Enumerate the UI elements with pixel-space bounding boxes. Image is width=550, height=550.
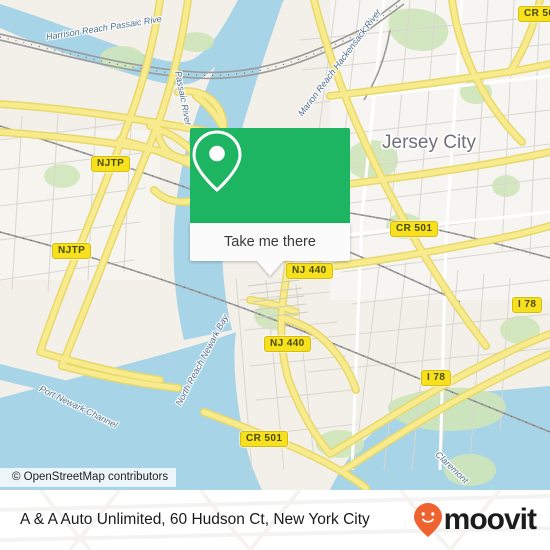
road-shield-njtp[interactable]: NJTP: [91, 156, 131, 172]
take-me-there-button[interactable]: Take me there: [190, 223, 350, 261]
road-shield-cr-501[interactable]: CR 501: [390, 221, 439, 237]
moovit-wordmark: moovit: [443, 503, 537, 536]
popup-pin-area: [190, 128, 350, 223]
popup-tail: [257, 261, 283, 276]
location-popup-card[interactable]: Take me there: [190, 128, 350, 276]
map-attribution[interactable]: © OpenStreetMap contributors: [0, 468, 177, 487]
place-title: A & A Auto Unlimited, 60 Hudson Ct, New …: [20, 511, 370, 528]
road-shield-cr-501[interactable]: CR 501: [518, 6, 550, 22]
moovit-logo[interactable]: moovit: [413, 502, 537, 538]
map-canvas[interactable]: Harrison Reach Passaic Rive Passaic Rive…: [0, 0, 550, 490]
city-label-jersey-city: Jersey City: [382, 132, 476, 153]
road-shield-i-78[interactable]: I 78: [512, 297, 543, 313]
road-shield-nj-440[interactable]: NJ 440: [264, 336, 311, 352]
road-shield-i-78[interactable]: I 78: [421, 370, 452, 386]
road-shield-cr-501[interactable]: CR 501: [240, 431, 289, 447]
road-shield-njtp[interactable]: NJTP: [52, 243, 92, 259]
moovit-pin-smiley-icon: [413, 503, 442, 537]
footer-bar: A & A Auto Unlimited, 60 Hudson Ct, New …: [0, 490, 550, 550]
moovit-map-screenshot: Harrison Reach Passaic Rive Passaic Rive…: [0, 0, 550, 550]
take-me-there-label: Take me there: [224, 234, 316, 250]
map-pin-icon: [192, 130, 242, 192]
road-shield-nj-440[interactable]: NJ 440: [286, 263, 333, 279]
